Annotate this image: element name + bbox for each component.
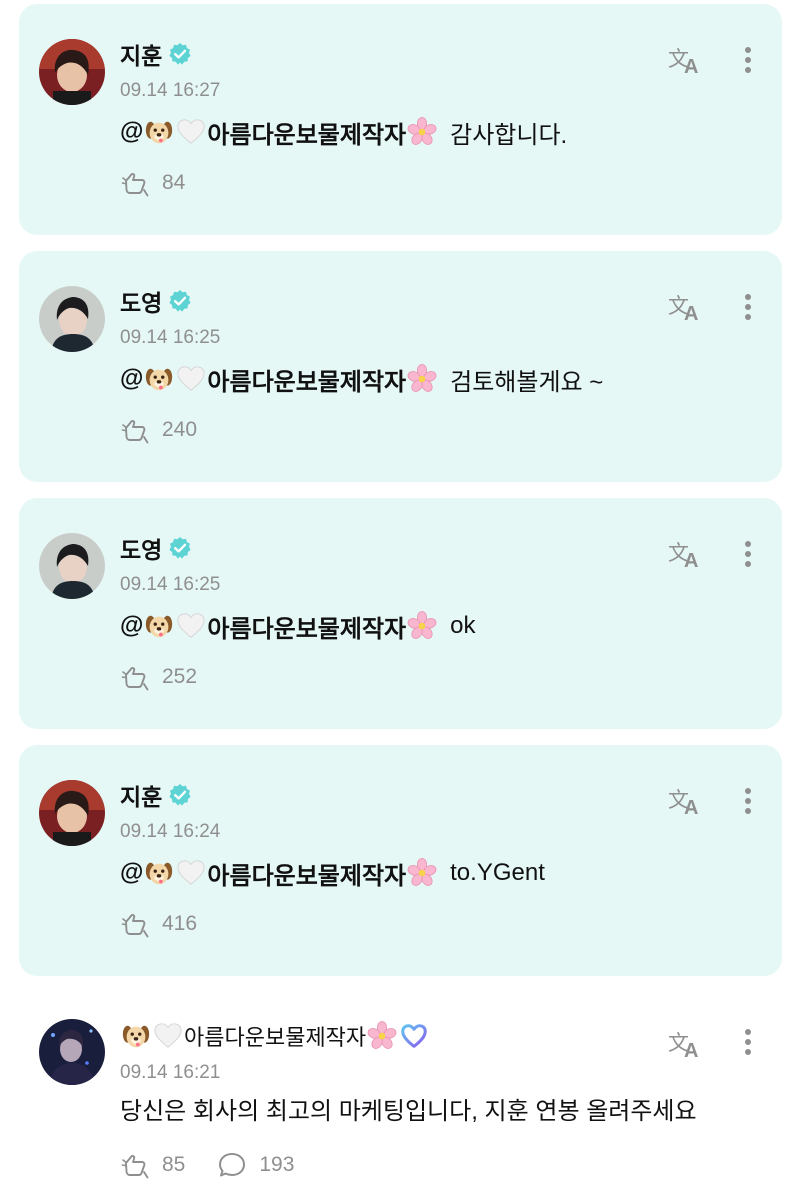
comment-body: @ 아름다운보물제작자 검토해볼게요 ~ [120, 361, 603, 397]
translate-icon[interactable] [667, 538, 705, 570]
comment-card-2[interactable]: 도영 09.14 16:25 @ 아름다운보물제작자 검토해볼게요 ~ 240 [19, 251, 782, 482]
comment-body: @ 아름다운보물제작자 감사합니다. [120, 114, 567, 150]
mention-tag[interactable]: @ 아름다운보물제작자 [120, 115, 438, 150]
more-options-icon[interactable] [736, 783, 760, 819]
more-options-icon[interactable] [736, 1024, 760, 1060]
dog-emoji [144, 117, 174, 147]
like-icon[interactable] [120, 415, 150, 445]
white-heart-emoji [176, 858, 206, 888]
like-count: 416 [162, 912, 198, 935]
comment-text: to.YGent [450, 859, 545, 886]
cherry-blossom-emoji [407, 858, 437, 888]
cherry-blossom-emoji [407, 364, 437, 394]
dog-emoji [144, 611, 174, 641]
cherry-blossom-emoji [407, 611, 437, 641]
comment-count: 193 [259, 1153, 295, 1176]
like-icon[interactable] [120, 1150, 150, 1180]
avatar[interactable] [39, 286, 105, 352]
translate-icon[interactable] [667, 1028, 705, 1060]
cherry-blossom-emoji [367, 1021, 397, 1051]
comment-body: @ 아름다운보물제작자 ok [120, 608, 476, 644]
mention-username: 아름다운보물제작자 [207, 368, 407, 396]
like-count: 252 [162, 665, 198, 688]
avatar[interactable] [39, 780, 105, 846]
author-name: 아름다운보물제작자 [184, 1025, 367, 1050]
white-heart-emoji [176, 117, 206, 147]
like-icon[interactable] [120, 909, 150, 939]
mention-tag[interactable]: @ 아름다운보물제작자 [120, 856, 438, 891]
dog-emoji [121, 1021, 151, 1051]
timestamp: 09.14 16:27 [120, 80, 221, 101]
author-name[interactable]: 도영 [120, 531, 162, 565]
avatar[interactable] [39, 39, 105, 105]
author-name[interactable]: 지훈 [120, 37, 162, 71]
translate-icon[interactable] [667, 785, 705, 817]
dog-emoji [144, 364, 174, 394]
mention-at: @ [120, 365, 144, 392]
timestamp: 09.14 16:24 [120, 821, 221, 842]
like-count: 84 [162, 171, 186, 194]
translate-icon[interactable] [667, 44, 705, 76]
white-heart-emoji [176, 611, 206, 641]
timestamp: 09.14 16:25 [120, 574, 221, 595]
comment-text: 검토해볼게요 ~ [450, 368, 604, 396]
more-options-icon[interactable] [736, 536, 760, 572]
cherry-blossom-emoji [407, 117, 437, 147]
more-options-icon[interactable] [736, 42, 760, 78]
timestamp: 09.14 16:25 [120, 327, 221, 348]
comment-card-4[interactable]: 지훈 09.14 16:24 @ 아름다운보물제작자 to.YGent 416 [19, 745, 782, 976]
comment-icon[interactable] [217, 1150, 247, 1180]
white-heart-emoji [176, 364, 206, 394]
mention-tag[interactable]: @ 아름다운보물제작자 [120, 362, 438, 397]
comment-text: 당신은 회사의 최고의 마케팅입니다, 지훈 연봉 올려주세요 [120, 1098, 697, 1125]
mention-at: @ [120, 118, 144, 145]
author-name[interactable]: 지훈 [120, 778, 162, 812]
like-icon[interactable] [120, 168, 150, 198]
fan-comment[interactable]: 아름다운보물제작자 09.14 16:21 당신은 회사의 최고의 마케팅입니다… [19, 984, 782, 1200]
comment-body: @ 아름다운보물제작자 to.YGent [120, 855, 545, 891]
timestamp: 09.14 16:21 [120, 1062, 221, 1083]
verified-badge-icon [168, 289, 192, 313]
mention-tag[interactable]: @ 아름다운보물제작자 [120, 609, 438, 644]
mention-username: 아름다운보물제작자 [207, 862, 407, 890]
fan-badge-icon [399, 1021, 429, 1051]
more-options-icon[interactable] [736, 289, 760, 325]
comment-text: ok [450, 612, 476, 639]
like-count: 240 [162, 418, 198, 441]
author-name[interactable]: 도영 [120, 284, 162, 318]
like-icon[interactable] [120, 662, 150, 692]
comment-text: 감사합니다. [450, 121, 568, 149]
fan-author[interactable]: 아름다운보물제작자 [120, 1020, 430, 1052]
mention-at: @ [120, 612, 144, 639]
avatar[interactable] [39, 533, 105, 599]
comment-card-1[interactable]: 지훈 09.14 16:27 @ 아름다운보물제작자 감사합니다. 84 [19, 4, 782, 235]
like-count: 85 [162, 1153, 186, 1176]
mention-username: 아름다운보물제작자 [207, 615, 407, 643]
verified-badge-icon [168, 783, 192, 807]
white-heart-emoji [153, 1021, 183, 1051]
verified-badge-icon [168, 536, 192, 560]
mention-at: @ [120, 859, 144, 886]
dog-emoji [144, 858, 174, 888]
mention-username: 아름다운보물제작자 [207, 121, 407, 149]
comment-card-3[interactable]: 도영 09.14 16:25 @ 아름다운보물제작자 ok 252 [19, 498, 782, 729]
translate-icon[interactable] [667, 291, 705, 323]
avatar[interactable] [39, 1019, 105, 1085]
verified-badge-icon [168, 42, 192, 66]
